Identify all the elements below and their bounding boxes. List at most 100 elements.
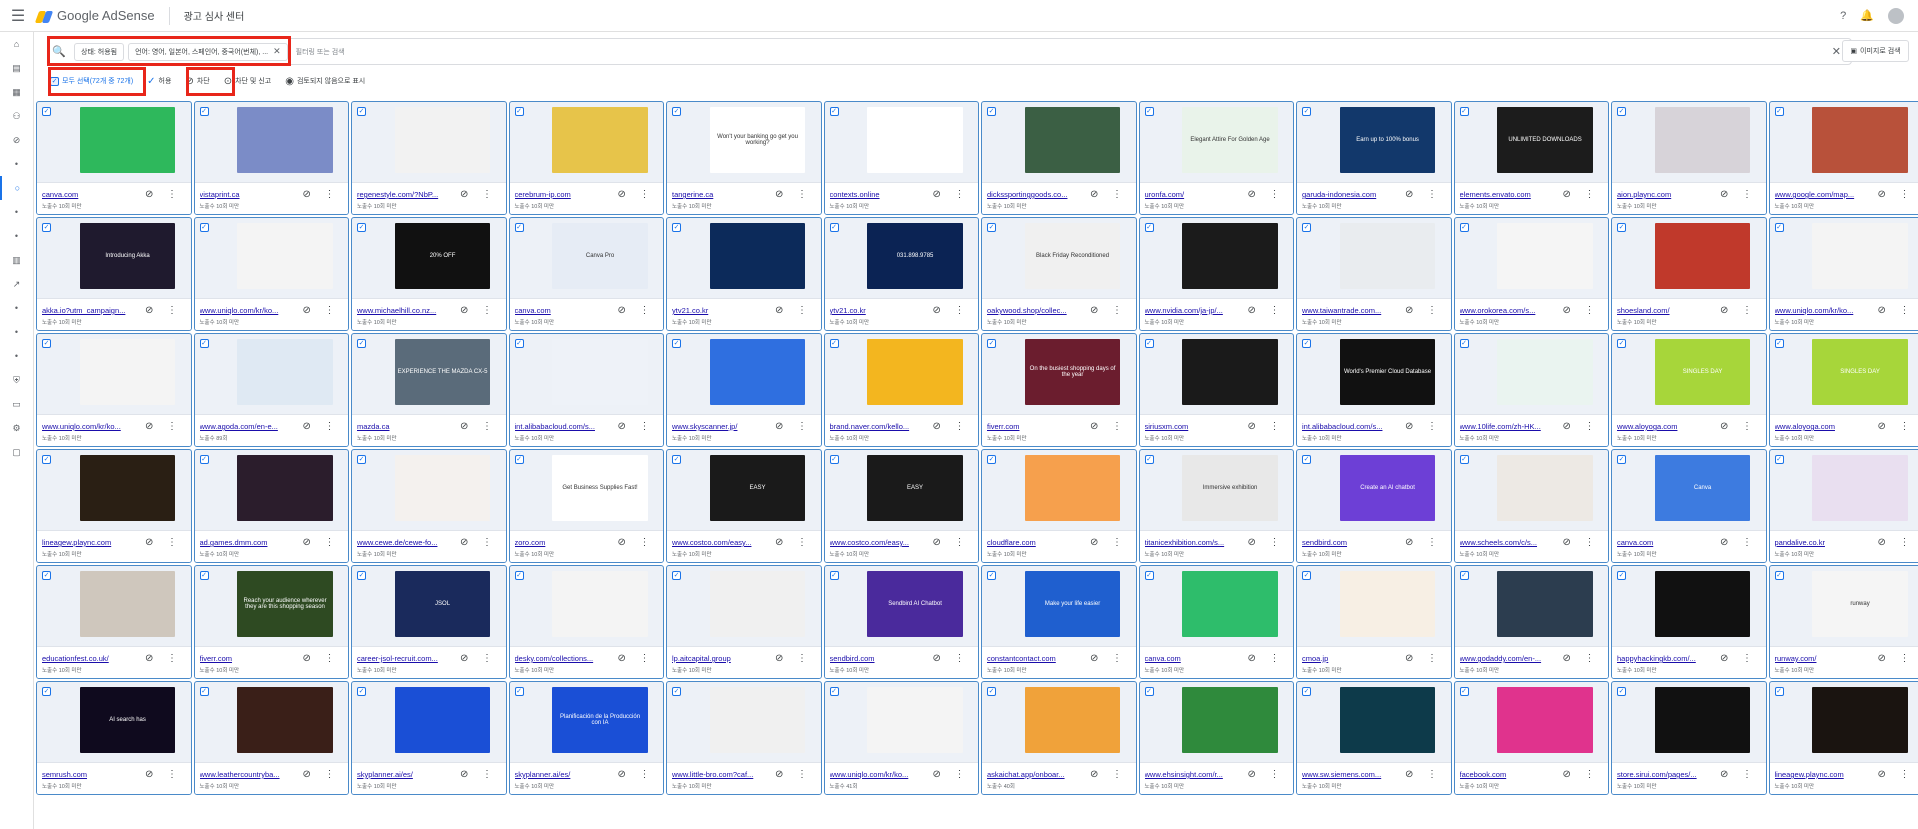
block-icon[interactable]: ⊘ bbox=[1090, 189, 1098, 200]
more-vert-icon[interactable]: ⋮ bbox=[482, 769, 492, 780]
ad-card[interactable]: ✓ www.cewe.de/cewe-fo... 노출수 10회 미만 ⊘ ⋮ bbox=[351, 449, 507, 563]
ad-card[interactable]: ✓ www.ehsinsight.com/r... 노출수 10회 미만 ⊘ ⋮ bbox=[1138, 681, 1294, 795]
more-vert-icon[interactable]: ⋮ bbox=[167, 189, 177, 200]
ad-domain-link[interactable]: lp.aitcapital.group bbox=[672, 654, 770, 663]
ad-domain-link[interactable]: cerebrum-ip.com bbox=[515, 190, 613, 199]
ad-domain-link[interactable]: int.alibabacloud.com/s... bbox=[515, 422, 613, 431]
ad-thumbnail[interactable] bbox=[1182, 223, 1278, 289]
block-icon[interactable]: ⊘ bbox=[1878, 537, 1886, 548]
ad-thumbnail[interactable]: On the busiest shopping days of the year bbox=[1024, 339, 1121, 405]
ad-card[interactable]: ✓ Earn up to 100% bonus garuda-indonesia.c… bbox=[1296, 101, 1452, 215]
card-checkbox[interactable]: ✓ bbox=[987, 339, 996, 348]
card-checkbox[interactable]: ✓ bbox=[1459, 107, 1469, 116]
card-checkbox[interactable]: ✓ bbox=[1302, 107, 1311, 116]
ad-thumbnail[interactable] bbox=[1182, 687, 1278, 753]
ad-domain-link[interactable]: shoesland.com/ bbox=[1617, 306, 1715, 315]
ad-card[interactable]: ✓ store.sirui.com/pages/... 노출수 10회 미만 ⊘ ⋮ bbox=[1611, 681, 1767, 795]
card-checkbox[interactable]: ✓ bbox=[987, 571, 996, 580]
card-checkbox[interactable]: ✓ bbox=[1617, 455, 1626, 464]
ad-thumbnail[interactable]: EASY bbox=[867, 455, 963, 521]
block-icon[interactable]: ⊘ bbox=[1090, 305, 1098, 316]
more-vert-icon[interactable]: ⋮ bbox=[955, 189, 965, 200]
ad-thumbnail[interactable]: UNLIMITED DOWNLOADS bbox=[1497, 107, 1593, 173]
ad-domain-link[interactable]: mazda.ca bbox=[357, 422, 455, 431]
card-checkbox[interactable]: ✓ bbox=[199, 455, 209, 464]
more-vert-icon[interactable]: ⋮ bbox=[1585, 305, 1595, 316]
ad-card[interactable]: ✓ Planificación de la Producción con IA sk… bbox=[508, 681, 664, 795]
ad-card[interactable]: ✓ UNLIMITED DOWNLOADS elements.envato.com 노… bbox=[1453, 101, 1609, 215]
ad-thumbnail[interactable] bbox=[1024, 687, 1121, 753]
more-vert-icon[interactable]: ⋮ bbox=[167, 305, 177, 316]
ad-thumbnail[interactable] bbox=[709, 339, 806, 405]
more-vert-icon[interactable]: ⋮ bbox=[1585, 769, 1595, 780]
block-icon[interactable]: ⊘ bbox=[618, 653, 626, 664]
ad-card[interactable]: ✓ 031.898.9785 ytv21.co.kr 노출수 10회 미만 ⊘ ⋮ bbox=[823, 217, 979, 331]
ad-card[interactable]: ✓ canva.com 노출수 10회 미만 ⊘ ⋮ bbox=[36, 101, 192, 215]
block-icon[interactable]: ⊘ bbox=[1720, 537, 1728, 548]
ad-card[interactable]: ✓ www.godaddy.com/en-... 노출수 10회 미만 ⊘ ⋮ bbox=[1453, 565, 1609, 679]
more-vert-icon[interactable]: ⋮ bbox=[482, 189, 492, 200]
ad-domain-link[interactable]: titanicexhibition.com/s... bbox=[1145, 538, 1243, 547]
card-checkbox[interactable]: ✓ bbox=[1774, 571, 1784, 580]
ad-card[interactable]: ✓ AI search has semrush.com 노출수 10회 미만 ⊘ ⋮ bbox=[36, 681, 192, 795]
avatar[interactable] bbox=[1888, 7, 1904, 24]
card-checkbox[interactable]: ✓ bbox=[987, 223, 996, 232]
card-checkbox[interactable]: ✓ bbox=[1302, 571, 1311, 580]
ad-thumbnail[interactable] bbox=[237, 223, 333, 289]
more-vert-icon[interactable]: ⋮ bbox=[1742, 769, 1752, 780]
ad-domain-link[interactable]: askaichat.app/onboar... bbox=[987, 770, 1085, 779]
ad-domain-link[interactable]: lineagew.plaync.com bbox=[1775, 770, 1873, 779]
search-icon[interactable]: 🔍 bbox=[48, 45, 70, 58]
block-icon[interactable]: ⊘ bbox=[618, 769, 626, 780]
ad-domain-link[interactable]: cmoa.jp bbox=[1302, 654, 1400, 663]
ad-card[interactable]: ✓ www.uniqlo.com/kr/ko... 노출수 10회 미만 ⊘ ⋮ bbox=[1768, 217, 1918, 331]
ad-domain-link[interactable]: www.costco.com/easy... bbox=[830, 538, 928, 547]
card-checkbox[interactable]: ✓ bbox=[672, 455, 681, 464]
ad-card[interactable]: ✓ cmoa.jp 노출수 10회 미만 ⊘ ⋮ bbox=[1296, 565, 1452, 679]
card-checkbox[interactable]: ✓ bbox=[42, 571, 51, 580]
block-icon[interactable]: ⊘ bbox=[775, 189, 783, 200]
block-icon[interactable]: ⊘ bbox=[460, 537, 468, 548]
ad-domain-link[interactable]: www.taiwantrade.com... bbox=[1302, 306, 1400, 315]
card-checkbox[interactable]: ✓ bbox=[987, 455, 996, 464]
card-checkbox[interactable]: ✓ bbox=[357, 455, 366, 464]
more-vert-icon[interactable]: ⋮ bbox=[325, 305, 335, 316]
ad-thumbnail[interactable]: Get Business Supplies Fast! bbox=[552, 455, 648, 521]
ad-domain-link[interactable]: vistaprint.ca bbox=[200, 190, 298, 199]
ad-thumbnail[interactable] bbox=[1339, 571, 1436, 637]
more-vert-icon[interactable]: ⋮ bbox=[1742, 305, 1752, 316]
more-vert-icon[interactable]: ⋮ bbox=[1427, 189, 1437, 200]
select-all-checkbox[interactable]: ✓ 모두 선택(72개 중 72개) bbox=[50, 76, 133, 86]
ad-thumbnail[interactable] bbox=[867, 687, 963, 753]
more-vert-icon[interactable]: ⋮ bbox=[325, 421, 335, 432]
ad-domain-link[interactable]: regenestyle.com/?NbP... bbox=[357, 190, 455, 199]
more-vert-icon[interactable]: ⋮ bbox=[482, 305, 492, 316]
block-icon[interactable]: ⊘ bbox=[1405, 305, 1413, 316]
ad-thumbnail[interactable]: World's Premier Cloud Database bbox=[1339, 339, 1436, 405]
block-icon[interactable]: ⊘ bbox=[618, 305, 626, 316]
card-checkbox[interactable]: ✓ bbox=[1144, 455, 1154, 464]
more-vert-icon[interactable]: ⋮ bbox=[167, 537, 177, 548]
ad-thumbnail[interactable] bbox=[394, 455, 491, 521]
ad-card[interactable]: ✓ siriusxm.com 노출수 10회 미만 ⊘ ⋮ bbox=[1138, 333, 1294, 447]
card-checkbox[interactable]: ✓ bbox=[829, 571, 839, 580]
ad-domain-link[interactable]: sendbird.com bbox=[830, 654, 928, 663]
ad-domain-link[interactable]: ytv21.co.kr bbox=[830, 306, 928, 315]
block-icon[interactable]: ⊘ bbox=[145, 653, 153, 664]
ad-thumbnail[interactable] bbox=[237, 455, 333, 521]
dot-icon[interactable]: • bbox=[0, 296, 33, 320]
block-icon[interactable]: ⊘ bbox=[1563, 653, 1571, 664]
ad-card[interactable]: ✓ www.sw.siemens.com... 노출수 10회 미만 ⊘ ⋮ bbox=[1296, 681, 1452, 795]
ad-card[interactable]: ✓ aion.plaync.com 노출수 10회 미만 ⊘ ⋮ bbox=[1611, 101, 1767, 215]
block-icon[interactable]: ⊘ bbox=[145, 305, 153, 316]
ad-card[interactable]: ✓ www.little-bro.com?caf... 노출수 10회 미만 ⊘ ⋮ bbox=[666, 681, 822, 795]
block-icon[interactable]: ⊘ bbox=[460, 769, 468, 780]
ad-card[interactable]: ✓ runway runway.com/노출수 10회 미만 ⊘ ⋮ bbox=[1768, 565, 1918, 679]
block-icon[interactable]: ⊘ bbox=[775, 769, 783, 780]
ad-domain-link[interactable]: happyhackingkb.com/... bbox=[1617, 654, 1715, 663]
ad-card[interactable]: ✓ shoesland.com/노출수 10회 미만 ⊘ ⋮ bbox=[1611, 217, 1767, 331]
card-checkbox[interactable]: ✓ bbox=[829, 223, 839, 232]
block-icon[interactable]: ⊘ bbox=[145, 421, 153, 432]
ad-thumbnail[interactable]: Canva bbox=[1654, 455, 1751, 521]
block-icon[interactable]: ⊘ bbox=[460, 421, 468, 432]
